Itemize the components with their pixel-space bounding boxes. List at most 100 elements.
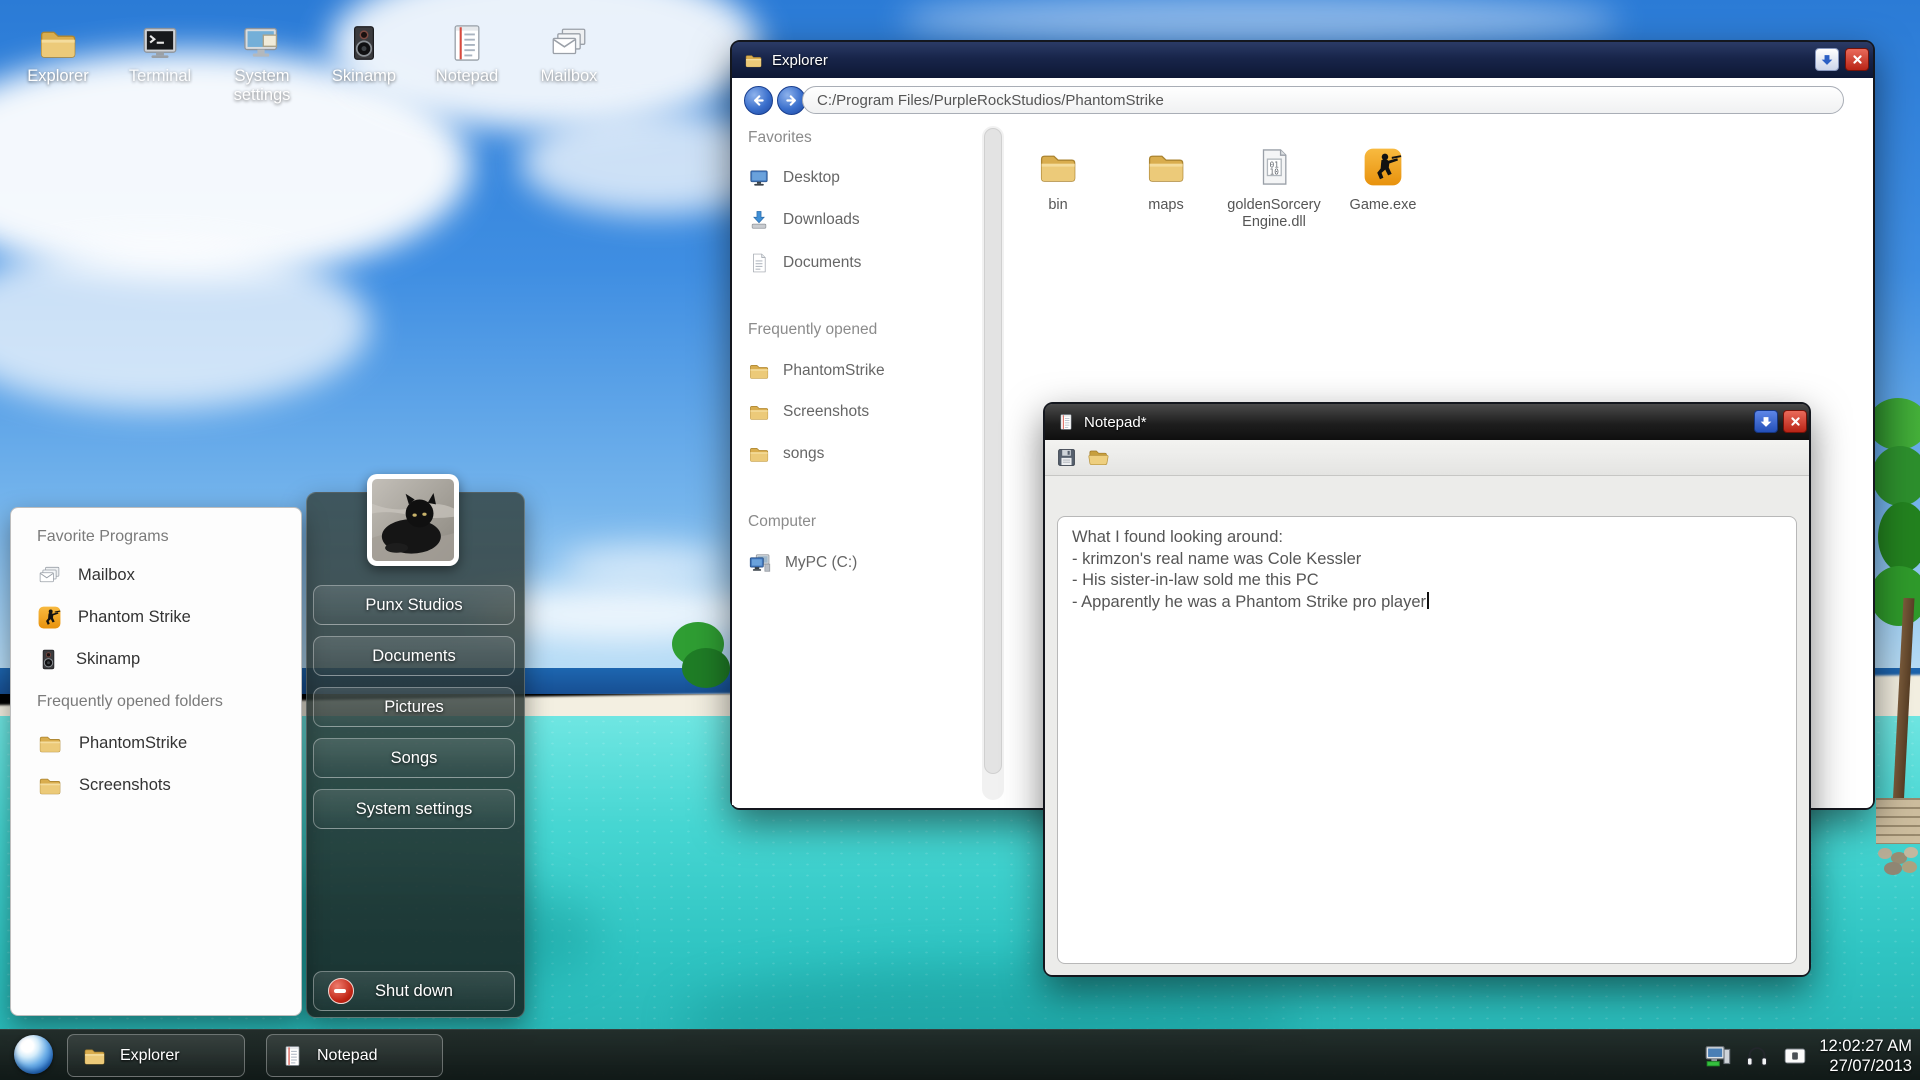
sidebar-item-phantomstrike[interactable]: PhantomStrike	[732, 354, 982, 388]
close-icon	[1789, 415, 1802, 428]
start-menu-documents-button[interactable]: Documents	[313, 636, 515, 676]
button-label: Pictures	[384, 698, 444, 717]
sidebar-item-downloads[interactable]: Downloads	[732, 203, 982, 237]
folder-icon	[748, 443, 770, 465]
folder-icon	[1035, 146, 1081, 188]
dll-file-icon	[1253, 146, 1295, 188]
folder-icon	[37, 731, 63, 756]
file-item-bin[interactable]: bin	[1008, 146, 1108, 214]
explorer-titlebar[interactable]: Explorer	[732, 42, 1873, 78]
start-menu-songs-button[interactable]: Songs	[313, 738, 515, 778]
notepad-text-area[interactable]: What I found looking around: - krimzon's…	[1057, 516, 1797, 964]
sidebar-item-desktop[interactable]: Desktop	[732, 161, 982, 195]
arrow-right-icon	[784, 93, 799, 108]
desktop-icon-label: Skinamp	[322, 67, 406, 86]
game-icon	[37, 605, 62, 630]
notepad-titlebar[interactable]: Notepad*	[1045, 404, 1809, 440]
address-bar[interactable]	[802, 86, 1844, 114]
folder-icon	[82, 1044, 107, 1068]
text-line: - Apparently he was a Phantom Strike pro…	[1072, 592, 1782, 614]
minimize-button[interactable]	[1815, 48, 1839, 71]
window-title: Notepad*	[1084, 414, 1147, 431]
mailbox-icon	[37, 563, 62, 588]
close-button[interactable]	[1783, 410, 1807, 433]
wallpaper-bush	[668, 622, 734, 694]
back-button[interactable]	[744, 86, 773, 115]
button-label: System settings	[356, 800, 472, 819]
game-exe-icon	[1362, 146, 1404, 188]
taskbar-task-notepad[interactable]: Notepad	[266, 1034, 443, 1077]
network-computer-icon[interactable]	[1702, 1041, 1732, 1071]
start-menu-pictures-button[interactable]: Pictures	[313, 687, 515, 727]
save-icon[interactable]	[1055, 446, 1078, 469]
notepad-icon	[446, 22, 488, 64]
shutdown-button[interactable]: Shut down	[313, 971, 515, 1011]
desktop: Explorer Terminal System settings Skinam…	[0, 0, 1920, 1080]
sidebar-item-documents[interactable]: Documents	[732, 246, 982, 280]
notepad-toolbar	[1045, 440, 1809, 476]
sidebar-scrollbar[interactable]	[982, 126, 1004, 800]
desktop-icon-terminal[interactable]: Terminal	[118, 22, 202, 86]
user-avatar[interactable]	[367, 474, 459, 566]
start-menu-item-phantom-strike[interactable]: Phantom Strike	[21, 596, 291, 638]
skinamp-icon	[37, 647, 60, 672]
start-menu-item-phantomstrike-folder[interactable]: PhantomStrike	[21, 722, 291, 764]
sidebar-item-label: PhantomStrike	[783, 362, 885, 380]
sidebar-item-label: MyPC (C:)	[785, 554, 857, 572]
desktop-icon-notepad[interactable]: Notepad	[425, 22, 509, 86]
text-cursor	[1427, 592, 1429, 609]
computer-icon	[748, 551, 772, 575]
folder-icon	[748, 360, 770, 382]
start-menu-punx-studios-button[interactable]: Punx Studios	[313, 585, 515, 625]
sidebar-item-songs[interactable]: songs	[732, 437, 982, 471]
sidebar-item-mypc[interactable]: MyPC (C:)	[732, 546, 982, 580]
folder-icon	[744, 51, 763, 70]
sidebar-header-computer: Computer	[748, 512, 816, 532]
start-menu-item-screenshots-folder[interactable]: Screenshots	[21, 764, 291, 806]
notepad-body: What I found looking around: - krimzon's…	[1045, 440, 1809, 975]
system-tray: 12:02:27 AM 27/07/2013	[1702, 1030, 1912, 1080]
taskbar: Explorer Notepad 12:02:27 AM 27/07/2013	[0, 1029, 1920, 1080]
sidebar-item-label: Documents	[783, 254, 861, 272]
taskbar-clock[interactable]: 12:02:27 AM 27/07/2013	[1819, 1036, 1912, 1076]
clock-date: 27/07/2013	[1819, 1056, 1912, 1076]
open-icon[interactable]	[1086, 446, 1111, 469]
start-menu-item-mailbox[interactable]: Mailbox	[21, 554, 291, 596]
menu-item-label: Skinamp	[76, 650, 140, 669]
minimize-button[interactable]	[1754, 410, 1778, 433]
taskbar-task-explorer[interactable]: Explorer	[67, 1034, 245, 1077]
menu-item-label: PhantomStrike	[79, 734, 187, 753]
cat-photo	[372, 479, 454, 561]
download-icon	[748, 209, 770, 231]
document-icon	[748, 252, 770, 274]
text-line: What I found looking around:	[1072, 527, 1782, 549]
button-label: Shut down	[375, 982, 453, 1001]
desktop-icon-skinamp[interactable]: Skinamp	[322, 22, 406, 86]
terminal-icon	[139, 22, 181, 64]
start-menu-item-skinamp[interactable]: Skinamp	[21, 638, 291, 680]
sidebar-item-label: Downloads	[783, 211, 860, 229]
desktop-icon-label: Explorer	[16, 67, 100, 86]
desktop-icon-mailbox[interactable]: Mailbox	[527, 22, 611, 86]
desktop-icon-explorer[interactable]: Explorer	[16, 22, 100, 86]
monitor-icon	[748, 167, 770, 189]
sidebar-item-label: songs	[783, 445, 824, 463]
folder-icon	[748, 401, 770, 423]
notepad-window: Notepad* What I found looking around: - …	[1043, 402, 1811, 977]
desktop-icon-system-settings[interactable]: System settings	[220, 22, 304, 105]
close-icon	[1851, 53, 1864, 66]
file-item-game-exe[interactable]: Game.exe	[1333, 146, 1433, 214]
sidebar-item-screenshots[interactable]: Screenshots	[732, 395, 982, 429]
file-item-dll[interactable]: goldenSorceryEngine.dll	[1224, 146, 1324, 231]
skinamp-icon	[344, 22, 384, 64]
headphones-icon[interactable]	[1743, 1042, 1771, 1070]
start-button[interactable]	[14, 1035, 53, 1074]
arrow-left-icon	[751, 93, 766, 108]
mailbox-icon	[547, 22, 591, 64]
scrollbar-thumb[interactable]	[984, 128, 1002, 774]
start-menu-left-panel: Favorite Programs Mailbox Phantom Strike…	[10, 507, 302, 1016]
file-item-maps[interactable]: maps	[1116, 146, 1216, 214]
start-menu-system-settings-button[interactable]: System settings	[313, 789, 515, 829]
close-button[interactable]	[1845, 48, 1869, 71]
keyboard-icon[interactable]	[1782, 1043, 1808, 1069]
